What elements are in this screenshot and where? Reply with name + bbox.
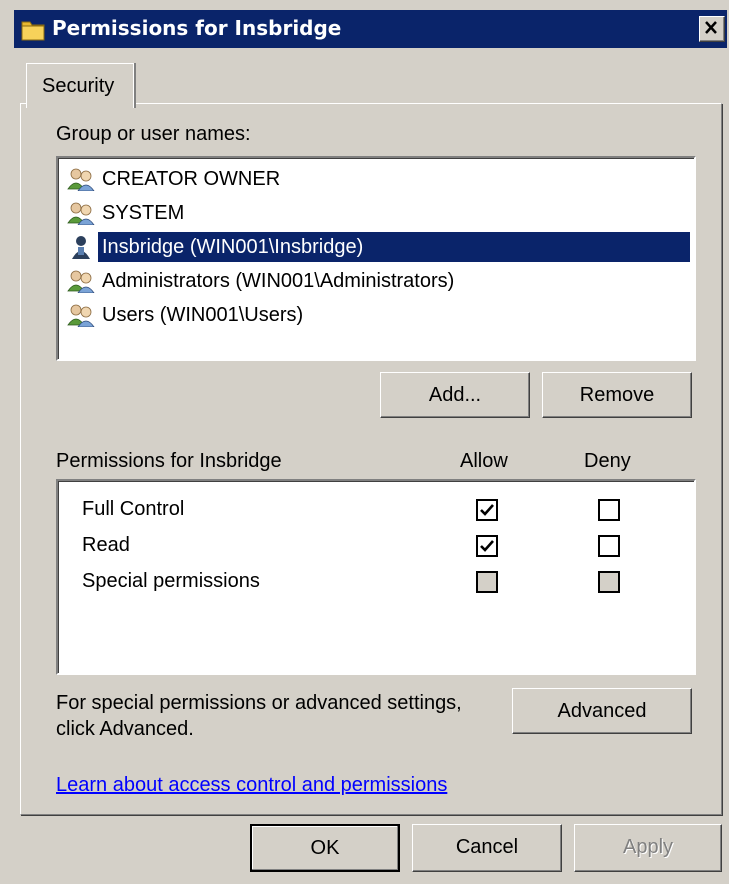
- ok-button-label: OK: [310, 837, 340, 859]
- remove-button-label: Remove: [579, 384, 655, 406]
- permission-row: Full Control: [58, 493, 694, 525]
- help-link[interactable]: Learn about access control and permissio…: [56, 773, 447, 797]
- group-icon: [66, 167, 96, 192]
- add-button[interactable]: Add...: [380, 372, 530, 418]
- user-list-item-label: Administrators (WIN001\Administrators): [102, 270, 455, 292]
- add-button-label: Add...: [428, 384, 482, 406]
- allow-column-header: Allow: [460, 450, 508, 472]
- user-list-item[interactable]: SYSTEM: [66, 198, 690, 228]
- apply-button[interactable]: Apply: [574, 824, 722, 872]
- deny-checkbox[interactable]: [598, 535, 620, 557]
- allow-checkbox[interactable]: [476, 499, 498, 521]
- deny-column-header: Deny: [584, 450, 631, 472]
- permission-name: Read: [82, 534, 130, 556]
- group-icon: [66, 269, 96, 294]
- group-icon: [66, 303, 96, 328]
- allow-checkbox: [476, 571, 498, 593]
- permission-row: Special permissions: [58, 565, 694, 597]
- permissions-heading: Permissions for Insbridge: [56, 450, 282, 472]
- cancel-button-label: Cancel: [455, 836, 519, 858]
- advanced-button[interactable]: Advanced: [512, 688, 692, 734]
- advanced-hint-line2: click Advanced.: [56, 718, 194, 740]
- apply-button-label: Apply: [622, 836, 674, 858]
- users-listbox[interactable]: CREATOR OWNER SYSTEM Insbridge (WIN001\Ins…: [56, 156, 696, 361]
- user-list-item[interactable]: Administrators (WIN001\Administrators): [66, 266, 690, 296]
- remove-button[interactable]: Remove: [542, 372, 692, 418]
- tab-security-label: Security: [42, 75, 115, 97]
- close-button[interactable]: [699, 16, 725, 42]
- close-icon: [705, 21, 717, 34]
- user-icon: [66, 235, 96, 259]
- permissions-list: Full Control Read Special permissions: [56, 479, 696, 675]
- user-list-item-label: Insbridge (WIN001\Insbridge): [98, 232, 690, 262]
- advanced-hint-line1: For special permissions or advanced sett…: [56, 692, 462, 714]
- group-icon: [66, 201, 96, 226]
- tab-security[interactable]: Security: [26, 63, 134, 108]
- permission-name: Special permissions: [82, 570, 260, 592]
- permission-name: Full Control: [82, 498, 185, 520]
- permission-row: Read: [58, 529, 694, 561]
- deny-checkbox: [598, 571, 620, 593]
- users-heading: Group or user names:: [56, 123, 251, 145]
- user-list-item-label: CREATOR OWNER: [102, 168, 281, 190]
- user-list-item[interactable]: Users (WIN001\Users): [66, 300, 690, 330]
- allow-checkbox[interactable]: [476, 535, 498, 557]
- user-list-item-label: SYSTEM: [102, 202, 185, 224]
- folder-icon: [21, 21, 45, 41]
- advanced-button-label: Advanced: [557, 700, 647, 722]
- checkmark-icon: [480, 504, 494, 516]
- user-list-item-label: Users (WIN001\Users): [102, 304, 304, 326]
- deny-checkbox[interactable]: [598, 499, 620, 521]
- user-list-item[interactable]: Insbridge (WIN001\Insbridge): [66, 232, 690, 262]
- title-bar[interactable]: Permissions for Insbridge: [14, 10, 727, 48]
- ok-button[interactable]: OK: [250, 824, 400, 872]
- window-title: Permissions for Insbridge: [52, 16, 342, 40]
- checkmark-icon: [480, 540, 494, 552]
- cancel-button[interactable]: Cancel: [412, 824, 562, 872]
- user-list-item[interactable]: CREATOR OWNER: [66, 164, 690, 194]
